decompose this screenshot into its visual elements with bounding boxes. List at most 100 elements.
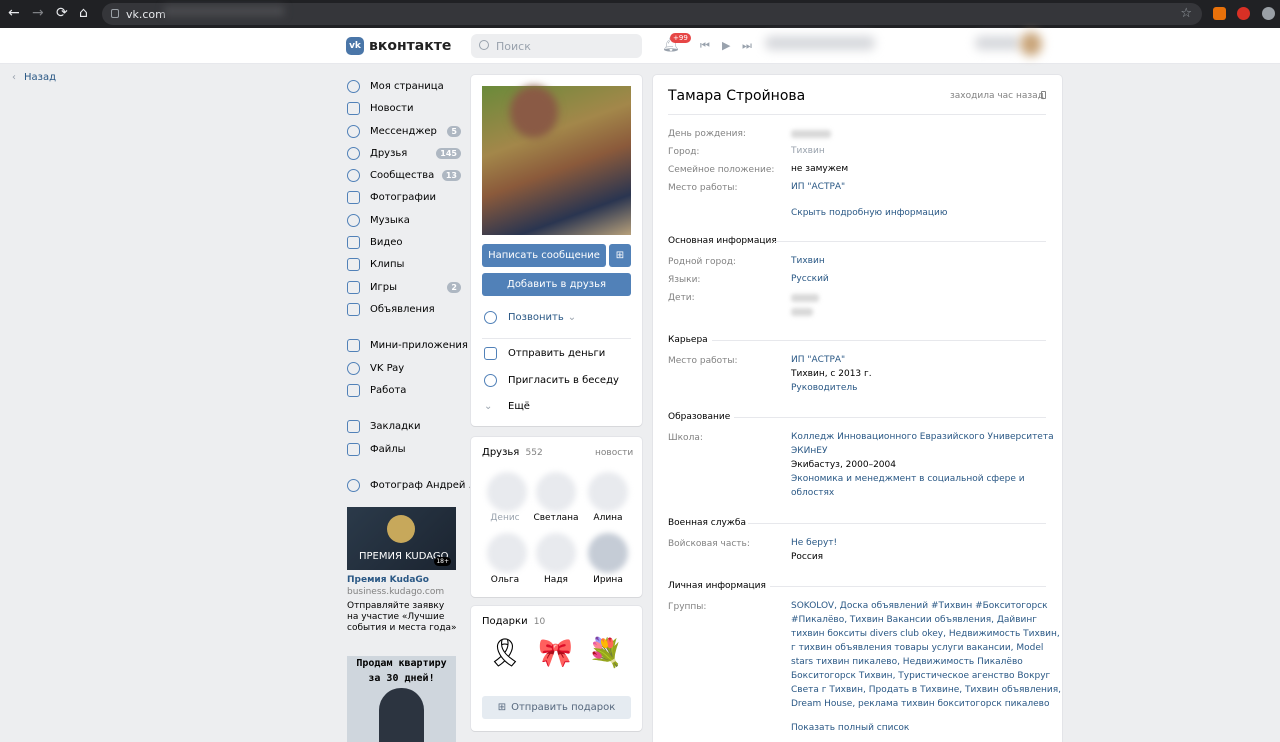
- menu-item-work[interactable]: Работа: [347, 380, 463, 400]
- extension-icon[interactable]: [1237, 7, 1250, 20]
- menu-item-communities[interactable]: Сообщества 13: [347, 165, 463, 185]
- menu-item-mini-apps[interactable]: Мини-приложения: [347, 335, 468, 355]
- hometown-value[interactable]: Тихвин: [791, 254, 825, 268]
- send-gift-label: Отправить подарок: [511, 702, 616, 713]
- bow-gift-icon[interactable]: 🎀: [538, 636, 573, 669]
- bouquet-gift-icon[interactable]: 💐: [588, 636, 623, 669]
- vk-header: vk вконтакте Поиск 🔔︎ +99 ⏮ ▶ ⏭: [0, 28, 1280, 64]
- friends-news-link[interactable]: новости: [595, 448, 633, 458]
- ad-apartment[interactable]: Продам квартиру за 30 дней!: [347, 656, 456, 742]
- school-specialty-line1[interactable]: Экономика и менеджмент в социальной сфер…: [791, 472, 1025, 486]
- profile-photo[interactable]: [482, 86, 631, 235]
- divider: [748, 523, 1046, 524]
- friend-name[interactable]: Надя: [531, 575, 581, 585]
- forward-arrow-icon[interactable]: →: [32, 6, 44, 20]
- languages-value[interactable]: Русский: [791, 272, 829, 286]
- city-value[interactable]: Тихвин: [791, 144, 825, 158]
- friend-name[interactable]: Алина: [583, 513, 633, 523]
- career-company[interactable]: ИП "АСТРА": [791, 353, 845, 367]
- menu-item-video[interactable]: Видео: [347, 232, 463, 252]
- groups-line[interactable]: SOKOLOV, Доска объявлений #Тихвин #Бокси…: [791, 599, 1048, 613]
- gamepad-icon: [347, 280, 360, 294]
- bookmark-star-icon[interactable]: ☆: [1180, 6, 1192, 21]
- menu-item-files[interactable]: Файлы: [347, 439, 463, 459]
- ad2-text-line1: Продам квартиру: [356, 658, 447, 669]
- vk-logo[interactable]: vk вконтакте: [346, 37, 451, 55]
- home-icon[interactable]: ⌂: [79, 6, 88, 20]
- workplace-value[interactable]: ИП "АСТРА": [791, 180, 845, 194]
- divider: [712, 340, 1046, 341]
- rss-extension-icon[interactable]: [1213, 7, 1226, 20]
- news-icon: [347, 101, 360, 115]
- friend-name[interactable]: Ирина: [583, 575, 633, 585]
- hide-details-link[interactable]: Скрыть подробную информацию: [791, 206, 947, 220]
- menu-item-my-page[interactable]: Моя страница: [347, 76, 463, 96]
- send-money-action[interactable]: Отправить деньги: [484, 347, 605, 360]
- gifts-title[interactable]: Подарки 10: [482, 616, 545, 627]
- play-icon[interactable]: ▶: [722, 39, 730, 52]
- menu-item-friends[interactable]: Друзья 145: [347, 143, 463, 163]
- menu-item-vk-pay[interactable]: VK Pay: [347, 358, 463, 378]
- menu-item-bookmarks[interactable]: Закладки: [347, 416, 463, 436]
- friend-avatar[interactable]: [536, 472, 576, 512]
- friend-name[interactable]: Светлана: [531, 513, 581, 523]
- reload-icon[interactable]: ⟳: [56, 6, 68, 20]
- write-message-button[interactable]: Написать сообщение: [482, 244, 606, 267]
- relationship-label: Семейное положение:: [668, 165, 775, 175]
- next-track-icon[interactable]: ⏭: [742, 39, 752, 53]
- menu-item-games[interactable]: Игры 2: [347, 277, 463, 297]
- groups-line[interactable]: г тихвин объявления товары услуги ваканс…: [791, 641, 1043, 655]
- menu-item-photos[interactable]: Фотографии: [347, 187, 463, 207]
- count-badge: 5: [447, 125, 461, 137]
- gift-icon-button[interactable]: ⊞: [609, 244, 631, 267]
- prev-track-icon[interactable]: ⏮: [700, 39, 710, 53]
- groups-line[interactable]: Света г Тихвин, Продать в Тихвине, Тихви…: [791, 683, 1061, 697]
- show-full-list-link[interactable]: Показать полный список: [791, 721, 909, 735]
- menu-item-ads[interactable]: Объявления: [347, 299, 463, 319]
- ad-title[interactable]: Премия KudaGo: [347, 575, 457, 585]
- friend-name[interactable]: Денис: [480, 513, 530, 523]
- groups-line[interactable]: Бокситогорск Тихвин, Туристическое агенс…: [791, 669, 1050, 683]
- profile-icon[interactable]: [1262, 7, 1275, 20]
- ad-image[interactable]: ПРЕМИЯ KUDAGO 18+: [347, 507, 456, 570]
- friend-avatar[interactable]: [536, 533, 576, 573]
- groups-line[interactable]: #Пикалёво, Тихвин Вакансии объявления, Д…: [791, 613, 1037, 627]
- school-name-line1[interactable]: Колледж Инновационного Евразийского Унив…: [791, 430, 1054, 444]
- ribbon-gift-icon[interactable]: 🎗: [487, 636, 523, 669]
- avatar[interactable]: [1020, 32, 1042, 56]
- career-position[interactable]: Руководитель: [791, 381, 857, 395]
- gifts-count: 10: [533, 617, 546, 627]
- workplace-label: Место работы:: [668, 183, 738, 193]
- menu-item-clips[interactable]: Клипы: [347, 254, 463, 274]
- children-blurred: [791, 294, 819, 302]
- groups-line[interactable]: Dream House, реклама тихвин бокситогорск…: [791, 697, 1050, 711]
- military-unit-value[interactable]: Не берут!: [791, 536, 837, 550]
- groups-line[interactable]: тихвин бокситы divers club okey, Недвижи…: [791, 627, 1060, 641]
- ad-kudago[interactable]: ПРЕМИЯ KUDAGO 18+ Премия KudaGo business…: [347, 507, 457, 634]
- address-bar[interactable]: vk.com ☆: [102, 3, 1202, 25]
- menu-item-music[interactable]: Музыка: [347, 210, 463, 230]
- friend-avatar[interactable]: [487, 472, 527, 512]
- add-friend-button[interactable]: Добавить в друзья: [482, 273, 631, 296]
- friend-avatar[interactable]: [588, 533, 628, 573]
- send-gift-button[interactable]: ⊞ Отправить подарок: [482, 696, 631, 719]
- menu-label: Видео: [370, 236, 403, 248]
- school-name-line2[interactable]: ЭКИнЕУ: [791, 444, 827, 458]
- school-specialty-line2[interactable]: облостях: [791, 486, 834, 500]
- friend-avatar[interactable]: [588, 472, 628, 512]
- clips-icon: [347, 257, 360, 271]
- more-action[interactable]: ⌄ Ещё: [484, 401, 530, 412]
- friend-avatar[interactable]: [487, 533, 527, 573]
- back-arrow-icon[interactable]: ←: [8, 6, 20, 20]
- search-input[interactable]: Поиск: [471, 34, 642, 58]
- invite-chat-action[interactable]: Пригласить в беседу: [484, 374, 619, 387]
- friend-name[interactable]: Ольга: [480, 575, 530, 585]
- call-action[interactable]: Позвонить ⌄: [484, 311, 576, 324]
- menu-item-news[interactable]: Новости: [347, 98, 463, 118]
- back-link[interactable]: ‹ Назад: [12, 72, 56, 83]
- friends-title[interactable]: Друзья 552: [482, 447, 543, 458]
- groups-line[interactable]: stars тихвин пикалево, Недвижимость Пика…: [791, 655, 1023, 669]
- count-badge: 13: [441, 169, 461, 181]
- menu-item-community-photographer[interactable]: Фотограф Андрей ...: [347, 475, 478, 495]
- menu-item-messenger[interactable]: Мессенджер 5: [347, 121, 463, 141]
